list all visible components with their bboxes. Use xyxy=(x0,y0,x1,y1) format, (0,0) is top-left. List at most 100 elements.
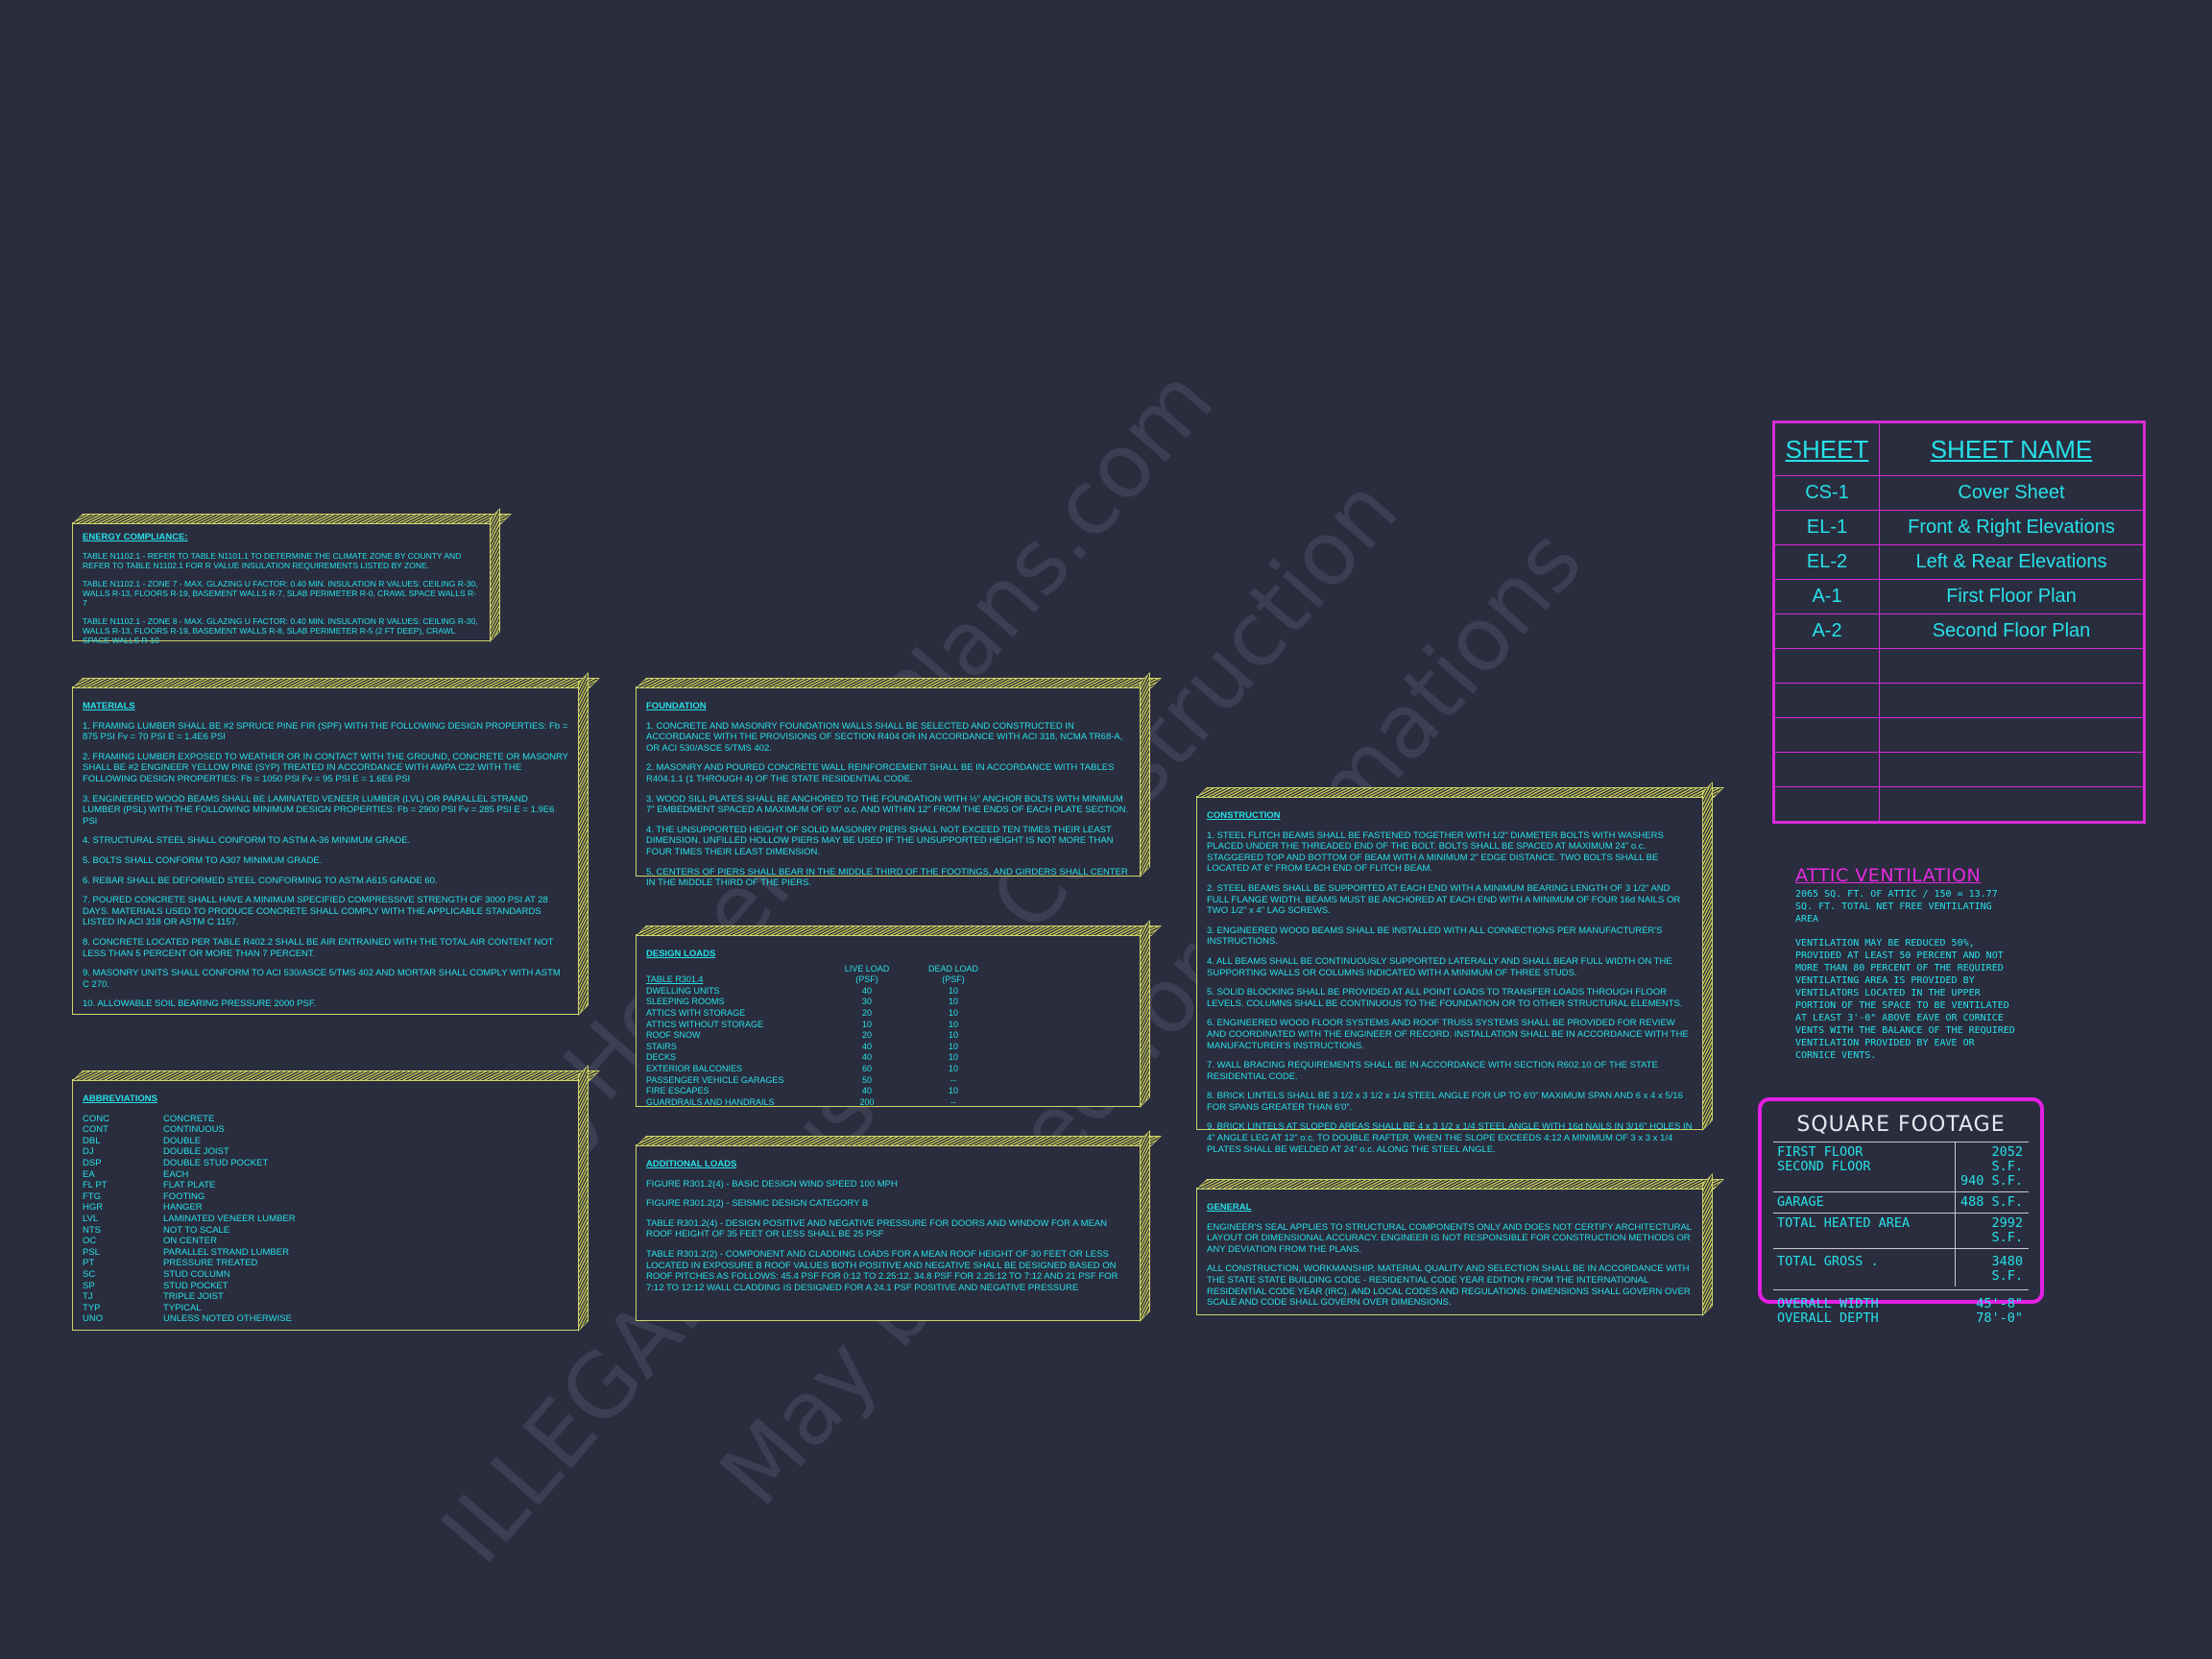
sheet-index-table: SHEET SHEET NAME CS-1 Cover Sheet EL-1 Fron… xyxy=(1772,421,2146,824)
construction-item: 7. WALL BRACING REQUIREMENTS SHALL BE IN… xyxy=(1207,1060,1658,1082)
abbreviation-row: NTS NOT TO SCALE xyxy=(83,1225,568,1237)
abbreviation-row: SC STUD COLUMN xyxy=(83,1269,568,1281)
sheet-name: Second Floor Plan xyxy=(1879,613,2144,649)
dead-load-value: 10 xyxy=(948,1030,958,1041)
design-load-row: FIRE ESCAPES 40 10 xyxy=(646,1086,1130,1097)
construction-item: 2. STEEL BEAMS SHALL BE SUPPORTED AT EAC… xyxy=(1207,882,1681,917)
abbreviation-row: DJ DOUBLE JOIST xyxy=(83,1146,568,1158)
sheet-name-col-header: SHEET NAME xyxy=(1879,422,2144,476)
live-load-value: 50 xyxy=(861,1074,872,1085)
abbreviation-row: FTG FOOTING xyxy=(83,1191,568,1203)
dead-load-value: 10 xyxy=(948,1041,958,1051)
abbreviation-code: TYP xyxy=(83,1302,101,1313)
design-load-row: PASSENGER VEHICLE GARAGES 50 -- xyxy=(646,1075,1130,1087)
foundation-item: 2. MASONRY AND POURED CONCRETE WALL REIN… xyxy=(646,762,1115,784)
sqft-row-floors: FIRST FLOOR SECOND FLOOR 2052 S.F. 940 S.F… xyxy=(1773,1142,2029,1192)
sheet-number xyxy=(1774,717,1880,753)
abbreviation-code: LVL xyxy=(83,1213,99,1224)
abbreviation-code: UNO xyxy=(83,1313,104,1325)
design-load-row: DWELLING UNITS 40 10 xyxy=(646,986,1130,998)
sqft-row-heated: TOTAL HEATED AREA 2992 S.F. xyxy=(1773,1214,2029,1249)
sheet-number xyxy=(1774,786,1880,822)
design-load-row: ATTICS WITHOUT STORAGE 10 10 xyxy=(646,1020,1130,1031)
construction-item: 3. ENGINEERED WOOD BEAMS SHALL BE INSTAL… xyxy=(1207,925,1663,948)
load-occupancy: PASSENGER VEHICLE GARAGES xyxy=(646,1074,784,1085)
materials-item: 7. POURED CONCRETE SHALL HAVE A MINIMUM … xyxy=(83,895,548,928)
abbreviation-code: CONC xyxy=(83,1113,109,1124)
attic-ventilation-note: VENTILATION MAY BE REDUCED 50%, PROVIDED… xyxy=(1795,938,2015,1061)
abbreviation-meaning: LAMINATED VENEER LUMBER xyxy=(163,1213,296,1224)
load-occupancy: DWELLING UNITS xyxy=(646,985,720,996)
abbreviation-row: TYP TYPICAL xyxy=(83,1303,568,1314)
design-load-row: ROOF SNOW 20 10 xyxy=(646,1030,1130,1042)
abbreviation-meaning: DOUBLE xyxy=(163,1135,202,1146)
abbreviation-meaning: DOUBLE STUD POCKET xyxy=(163,1157,269,1168)
design-loads-box: DESIGN LOADS LIVE LOAD DEAD LOAD TABLE R… xyxy=(636,934,1141,1107)
sheet-index-row xyxy=(1774,717,2144,753)
materials-box: MATERIALS 1. FRAMING LUMBER SHALL BE #2 … xyxy=(72,686,579,1015)
abbreviation-code: EA xyxy=(83,1168,95,1180)
sqft-row-dimensions: OVERALL WIDTH OVERALL DEPTH 45'-8" 78'-0" xyxy=(1773,1290,2029,1329)
materials-item: 2. FRAMING LUMBER EXPOSED TO WEATHER OR … xyxy=(83,751,568,784)
foundation-item: 1. CONCRETE AND MASONRY FOUNDATION WALLS… xyxy=(646,720,1123,754)
additional-loads-item: FIGURE R301.2(4) - BASIC DESIGN WIND SPE… xyxy=(646,1178,898,1190)
abbreviation-row: LVL LAMINATED VENEER LUMBER xyxy=(83,1214,568,1225)
dead-load-value: 10 xyxy=(948,1086,958,1096)
construction-item: 1. STEEL FLITCH BEAMS SHALL BE FASTENED … xyxy=(1207,830,1664,875)
construction-item: 8. BRICK LINTELS SHALL BE 3 1/2 x 3 1/2 … xyxy=(1207,1091,1683,1113)
energy-note-2: TABLE N1102.1 - ZONE 7 - MAX. GLAZING U … xyxy=(83,579,478,608)
abbreviation-code: NTS xyxy=(83,1224,101,1236)
gross-value: 3480 S.F. xyxy=(1991,1254,2023,1284)
dead-load-value: 10 xyxy=(948,985,958,996)
depth-label: OVERALL DEPTH xyxy=(1777,1310,1879,1326)
design-load-row: ATTICS WITH STORAGE 20 10 xyxy=(646,1008,1130,1020)
construction-box: CONSTRUCTION 1. STEEL FLITCH BEAMS SHALL… xyxy=(1196,796,1703,1155)
sheet-name xyxy=(1879,648,2144,684)
sheet-name: Cover Sheet xyxy=(1879,475,2144,511)
sheet-index-row: EL-1 Front & Right Elevations xyxy=(1774,510,2144,545)
dead-load-value: 10 xyxy=(948,997,958,1007)
abbreviations-box: ABBREVIATIONS CONC CONCRETE CONT CONTINUOUS… xyxy=(72,1079,579,1331)
abbreviation-row: FL PT FLAT PLATE xyxy=(83,1180,568,1191)
load-occupancy: STAIRS xyxy=(646,1041,677,1051)
sheet-index-row xyxy=(1774,786,2144,822)
sheet-name xyxy=(1879,717,2144,753)
sheet-index-row: A-2 Second Floor Plan xyxy=(1774,613,2144,649)
abbreviation-meaning: STUD COLUMN xyxy=(163,1268,230,1280)
additional-loads-item: TABLE R301.2(2) - COMPONENT AND CLADDING… xyxy=(646,1248,1118,1293)
abbreviation-meaning: FOOTING xyxy=(163,1190,205,1202)
width-value: 45'-8" xyxy=(1976,1296,2023,1311)
sheet-number xyxy=(1774,752,1880,787)
second-floor-value: 940 S.F. xyxy=(1960,1173,2023,1189)
foundation-item: 4. THE UNSUPPORTED HEIGHT OF SOLID MASON… xyxy=(646,824,1114,857)
square-footage-title: SQUARE FOOTAGE xyxy=(1796,1113,2006,1137)
dead-load-value: -- xyxy=(950,1096,956,1107)
load-occupancy: EXTERIOR BALCONIES xyxy=(646,1063,743,1073)
design-loads-unit-row: TABLE R301.4 (PSF) (PSF) xyxy=(646,974,1130,986)
heated-label: TOTAL HEATED AREA xyxy=(1777,1215,1911,1231)
abbreviation-code: FTG xyxy=(83,1190,101,1202)
load-occupancy: SLEEPING ROOMS xyxy=(646,997,725,1007)
sheet-name xyxy=(1879,683,2144,718)
materials-heading: MATERIALS xyxy=(83,701,135,711)
load-occupancy: ROOF SNOW xyxy=(646,1030,701,1041)
design-load-row: STAIRS 40 10 xyxy=(646,1042,1130,1053)
abbreviation-row: SP STUD POCKET xyxy=(83,1281,568,1292)
abbreviation-meaning: TRIPLE JOIST xyxy=(163,1291,224,1303)
abbreviation-code: PSL xyxy=(83,1246,100,1258)
sheet-index-row: A-1 First Floor Plan xyxy=(1774,579,2144,614)
live-load-value: 200 xyxy=(859,1096,875,1107)
additional-loads-heading: ADDITIONAL LOADS xyxy=(646,1159,737,1169)
load-occupancy: ATTICS WITH STORAGE xyxy=(646,1007,746,1018)
design-load-row: DECKS 40 10 xyxy=(646,1052,1130,1064)
design-load-row: SLEEPING ROOMS 30 10 xyxy=(646,997,1130,1008)
abbreviation-code: CONT xyxy=(83,1124,108,1136)
materials-item: 3. ENGINEERED WOOD BEAMS SHALL BE LAMINA… xyxy=(83,793,555,827)
design-loads-heading: DESIGN LOADS xyxy=(646,949,716,959)
abbreviation-meaning: STUD POCKET xyxy=(163,1280,228,1291)
abbreviation-code: SP xyxy=(83,1280,95,1291)
sheet-name xyxy=(1879,752,2144,787)
live-load-header: LIVE LOAD xyxy=(844,963,890,974)
design-load-row: EXTERIOR BALCONIES 60 10 xyxy=(646,1064,1130,1075)
garage-label: GARAGE xyxy=(1777,1194,1824,1210)
